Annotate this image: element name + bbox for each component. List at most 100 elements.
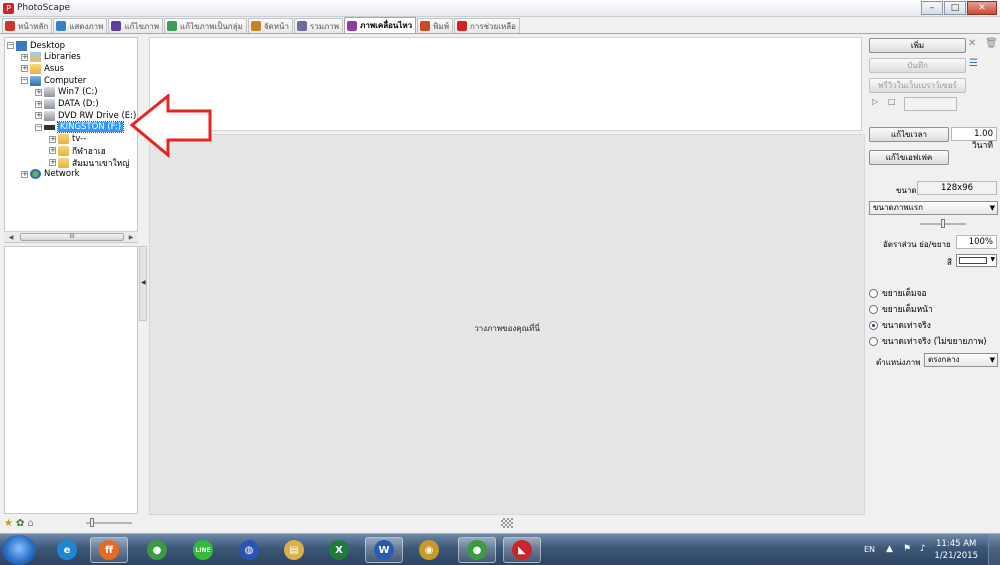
scroll-thumb[interactable]: III — [20, 233, 124, 241]
tree-item[interactable]: + Network — [21, 169, 80, 180]
network-icon — [30, 169, 41, 180]
expand-toggle-icon[interactable]: + — [35, 112, 42, 120]
display-mode-option[interactable]: ขนาดเท่าจริง (ไม่ขยายภาพ) — [869, 334, 987, 348]
tab-6[interactable]: ภาพเคลื่อนไหว — [344, 17, 417, 33]
tree-item[interactable]: + Asus — [21, 63, 64, 74]
tab-5[interactable]: รวมภาพ — [293, 18, 344, 33]
add-button[interactable]: เพิ่ม — [869, 38, 966, 53]
tray-expand-icon[interactable]: ▲ — [886, 544, 893, 554]
folder-up-icon[interactable]: ⌂ — [27, 518, 33, 529]
taskbar-chrome-2-button[interactable]: ● — [458, 537, 496, 563]
tree-item[interactable]: + DVD RW Drive (E:) — [35, 110, 136, 121]
tree-item[interactable]: − Computer — [21, 75, 86, 86]
radio-button[interactable] — [869, 336, 878, 346]
tree-item[interactable]: + สัมมนาเขาใหญ่ — [49, 157, 129, 169]
drive-icon — [44, 87, 55, 98]
taskbar-photoscape-button[interactable]: ◣ — [503, 537, 541, 563]
tab-7[interactable]: พิมพ์ — [417, 18, 453, 33]
trash-icon[interactable]: 🗑 — [985, 38, 998, 49]
taskbar-word-button[interactable]: W — [365, 537, 403, 563]
size-mode-select[interactable]: ขนาดภาพแรก ▼ — [869, 201, 998, 215]
photoscape-app-icon[interactable]: P — [3, 2, 14, 14]
taskbar-google-earth-button[interactable]: ◍ — [230, 537, 268, 563]
edit-effect-button[interactable]: แก้ไขเอฟเฟค — [869, 150, 949, 165]
tab-4[interactable]: จัดหน้า — [247, 18, 293, 33]
thumbnail-size-slider[interactable] — [86, 518, 132, 527]
taskbar-media-player-button[interactable]: ◉ — [410, 537, 448, 563]
transparency-grid-icon[interactable] — [501, 518, 513, 528]
stop-icon[interactable]: □ — [888, 97, 896, 106]
remove-x-icon[interactable]: ✕ — [968, 38, 976, 49]
tab-3[interactable]: แก้ไขภาพเป็นกลุ่ม — [163, 18, 247, 33]
frame-time-field[interactable]: 1.00 วินาที — [951, 127, 997, 151]
background-color-picker[interactable]: ▼ — [956, 254, 997, 267]
tree-item[interactable]: + Win7 (C:) — [35, 87, 98, 98]
zoom-ratio-slider[interactable] — [920, 219, 966, 228]
tab-2[interactable]: แก้ไขภาพ — [108, 18, 163, 33]
volume-icon[interactable]: ♪ — [920, 544, 926, 554]
save-button[interactable]: บันทึก — [869, 58, 966, 73]
favorite-star-icon[interactable]: ★ — [4, 518, 13, 529]
drop-hint-text: วางภาพของคุณที่นี่ — [474, 324, 540, 333]
slider-knob[interactable] — [941, 219, 945, 228]
display-mode-option[interactable]: ขยายเต็มหน้า — [869, 302, 933, 316]
action-center-icon[interactable]: ⚑ — [903, 544, 911, 554]
maximize-button[interactable]: □ — [944, 1, 966, 15]
close-button[interactable]: ✕ — [967, 1, 997, 15]
minimize-button[interactable]: – — [921, 1, 943, 15]
taskbar-line-button[interactable]: LINE — [184, 537, 222, 563]
tree-item[interactable]: − KINGSTON (F:) — [35, 121, 125, 134]
system-clock[interactable]: 11:45 AM 1/21/2015 — [934, 538, 978, 562]
tree-item[interactable]: + Libraries — [21, 52, 81, 63]
radio-button[interactable] — [869, 320, 878, 330]
tree-horizontal-scrollbar[interactable]: ◀ III ▶ — [4, 231, 138, 242]
expand-toggle-icon[interactable]: + — [35, 100, 42, 108]
language-indicator[interactable]: EN — [864, 545, 875, 554]
tab-0[interactable]: หน้าหลัก — [2, 18, 53, 33]
start-button[interactable] — [2, 535, 36, 565]
expand-toggle-icon[interactable]: + — [35, 88, 42, 96]
taskbar-chrome-button[interactable]: ● — [138, 537, 176, 563]
animation-frame-strip[interactable] — [149, 37, 862, 131]
expand-toggle-icon[interactable]: − — [7, 42, 14, 49]
radio-button[interactable] — [869, 304, 878, 314]
tree-item[interactable]: − Desktop — [7, 40, 65, 51]
list-icon[interactable]: ☰ — [969, 58, 978, 69]
edit-time-button[interactable]: แก้ไขเวลา — [869, 127, 949, 142]
line-icon: LINE — [193, 540, 213, 560]
preview-canvas[interactable]: วางภาพของคุณที่นี่ — [149, 134, 865, 515]
taskbar-internet-explorer-button[interactable]: e — [48, 537, 86, 563]
expand-toggle-icon[interactable]: + — [49, 147, 56, 155]
expand-toggle-icon[interactable]: − — [21, 77, 28, 85]
thumbnail-panel[interactable] — [4, 246, 138, 514]
expand-toggle-icon[interactable]: − — [35, 123, 42, 131]
panel-collapse-handle[interactable]: ◀ — [139, 246, 147, 321]
expand-toggle-icon[interactable]: + — [49, 159, 56, 166]
position-select[interactable]: ตรงกลาง ▼ — [924, 353, 998, 367]
tree-item-label: Desktop — [30, 40, 66, 51]
display-mode-option[interactable]: ขนาดเท่าจริง — [869, 318, 931, 332]
refresh-icon[interactable]: ✿ — [16, 518, 24, 529]
expand-toggle-icon[interactable]: + — [21, 170, 28, 178]
tree-item[interactable]: + DATA (D:) — [35, 99, 99, 110]
taskbar-firefox-button[interactable]: ff — [90, 537, 128, 563]
zoom-ratio-field[interactable]: 100% — [956, 235, 997, 249]
taskbar-file-explorer-button[interactable]: ▤ — [275, 537, 313, 563]
show-desktop-button[interactable] — [988, 534, 1000, 565]
tab-8[interactable]: การช่วยเหลือ — [453, 18, 520, 33]
expand-toggle-icon[interactable]: + — [21, 53, 28, 61]
slider-knob[interactable] — [90, 518, 94, 527]
expand-toggle-icon[interactable]: + — [21, 65, 28, 73]
clock-time: 11:45 AM — [936, 539, 977, 549]
preview-in-browser-button[interactable]: พรีวิวในเว็บเบราว์เซอร์ — [869, 78, 966, 93]
scroll-right-icon[interactable]: ▶ — [126, 233, 136, 242]
expand-toggle-icon[interactable]: + — [49, 135, 56, 143]
scroll-left-icon[interactable]: ◀ — [6, 233, 16, 242]
tab-1[interactable]: แสดงภาพ — [53, 18, 108, 33]
folder-tree[interactable]: − Desktop + Libraries + Asus − Computer + Win7 (C… — [4, 37, 138, 243]
chrome-2-icon: ● — [467, 540, 487, 560]
display-mode-option[interactable]: ขยายเต็มจอ — [869, 286, 927, 300]
taskbar-excel-button[interactable]: X — [320, 537, 358, 563]
radio-button[interactable] — [869, 288, 878, 298]
play-icon[interactable]: ▷ — [872, 97, 878, 106]
